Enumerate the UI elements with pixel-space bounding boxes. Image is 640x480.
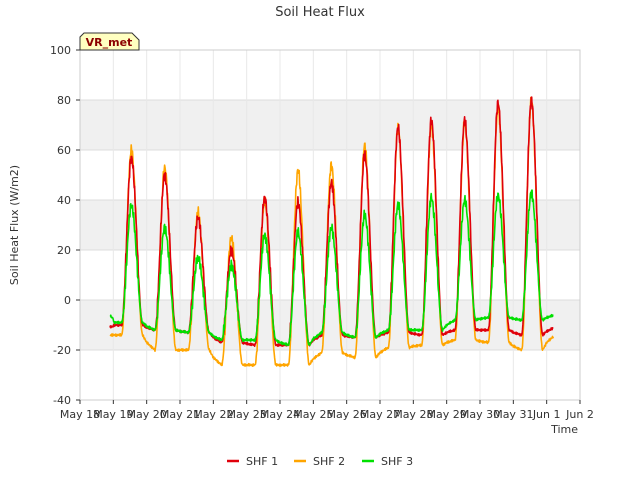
y-tick-label: 0	[64, 294, 71, 307]
legend-item: SHF 1	[227, 455, 278, 468]
legend: SHF 1 SHF 2 SHF 3	[227, 455, 413, 468]
station-badge-label: VR_met	[86, 36, 133, 49]
y-tick-label: 60	[57, 144, 71, 157]
x-tick-label: May 31	[493, 408, 533, 421]
y-tick-label: -20	[53, 344, 71, 357]
legend-label: SHF 3	[381, 455, 413, 468]
y-tick-label: 40	[57, 194, 71, 207]
chart-title: Soil Heat Flux	[275, 5, 365, 20]
x-axis: May 18May 19May 20May 21May 22May 23May …	[60, 400, 594, 421]
station-badge: VR_met	[79, 32, 140, 51]
y-axis-label: Soil Heat Flux (W/m2)	[8, 165, 21, 285]
legend-item: SHF 2	[294, 455, 345, 468]
x-tick-label: Jun 2	[565, 408, 594, 421]
x-tick-label: Jun 1	[532, 408, 561, 421]
y-tick-label: 100	[50, 44, 71, 57]
y-tick-label: 20	[57, 244, 71, 257]
plot-band	[80, 300, 580, 350]
legend-item: SHF 3	[362, 455, 413, 468]
plot-background	[80, 100, 580, 350]
y-tick-label: 80	[57, 94, 71, 107]
soil-heat-flux-chart: Soil Heat Flux May 18May 19May 20May 21M…	[8, 5, 594, 468]
legend-label: SHF 2	[313, 455, 345, 468]
x-axis-label: Time	[550, 423, 578, 436]
plot-band	[80, 100, 580, 150]
y-axis: -40 -20 0 20 40 60 80 100	[50, 44, 80, 407]
y-tick-label: -40	[53, 394, 71, 407]
legend-label: SHF 1	[246, 455, 278, 468]
